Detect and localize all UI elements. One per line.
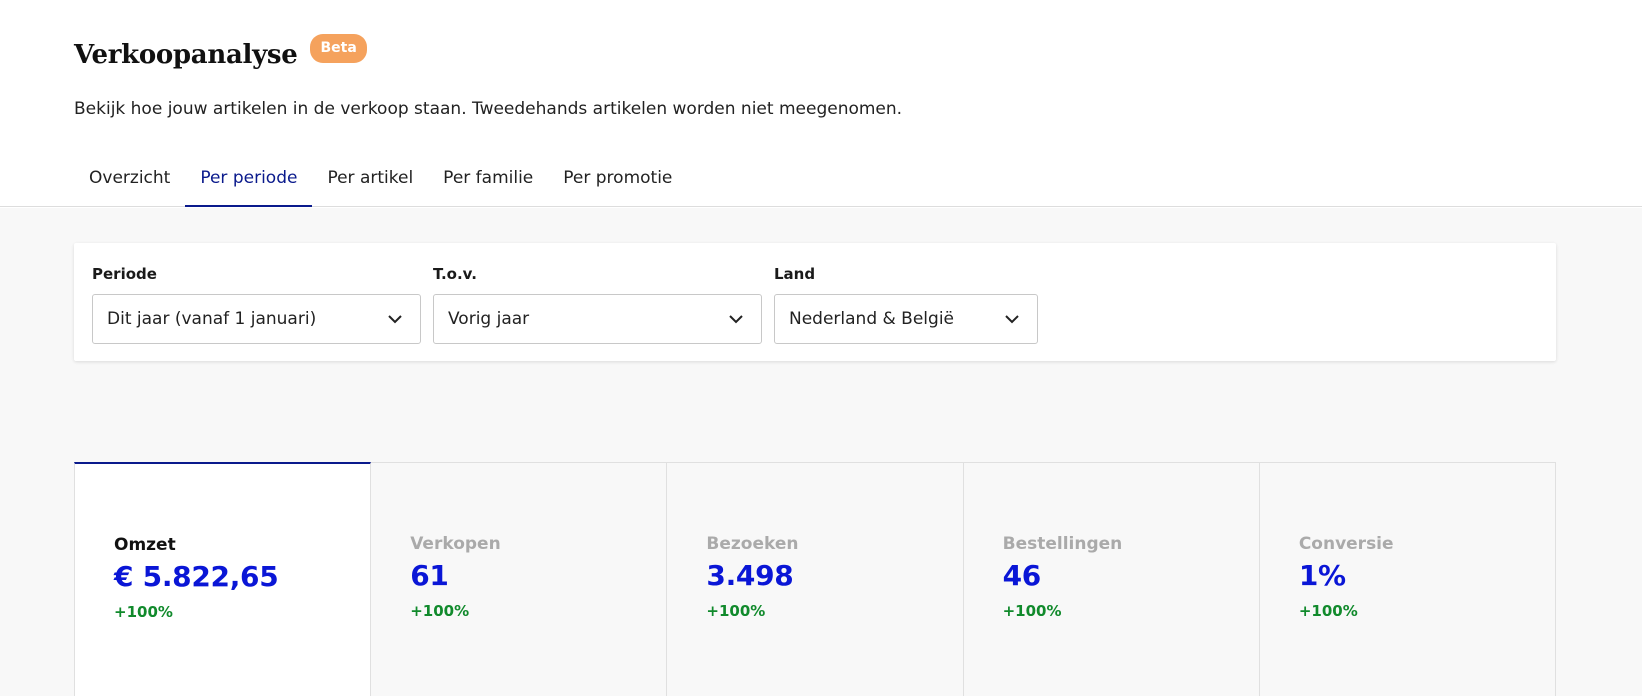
page-subtitle: Bekijk hoe jouw artikelen in de verkoop … xyxy=(74,99,903,119)
kpi-value: 3.498 xyxy=(706,559,794,592)
tab-overzicht[interactable]: Overzicht xyxy=(74,160,185,207)
kpi-tile-omzet[interactable]: Omzet € 5.822,65 +100% xyxy=(74,462,372,696)
filter-periode: Periode Dit jaar (vanaf 1 januari) xyxy=(92,265,421,344)
kpi-value: 46 xyxy=(1002,559,1042,592)
chevron-down-icon xyxy=(729,314,743,324)
periode-select-value: Dit jaar (vanaf 1 januari) xyxy=(107,309,317,329)
kpi-value: 1% xyxy=(1298,559,1346,592)
periode-select[interactable]: Dit jaar (vanaf 1 januari) xyxy=(92,294,421,344)
filter-land-label: Land xyxy=(774,265,816,283)
tab-per-promotie[interactable]: Per promotie xyxy=(548,160,687,207)
tab-per-familie[interactable]: Per familie xyxy=(428,160,548,207)
kpi-value: € 5.822,65 xyxy=(114,560,279,593)
tov-select[interactable]: Vorig jaar xyxy=(433,294,762,344)
page-header: Verkoopanalyse Beta Bekijk hoe jouw arti… xyxy=(0,0,1642,207)
kpi-change: +100% xyxy=(1298,602,1358,620)
beta-badge: Beta xyxy=(310,33,367,63)
filter-tov: T.o.v. Vorig jaar xyxy=(433,265,762,344)
chevron-down-icon xyxy=(1005,314,1019,324)
kpi-label: Omzet xyxy=(114,535,176,555)
tab-bar: Overzicht Per periode Per artikel Per fa… xyxy=(74,160,687,207)
filters-card: Periode Dit jaar (vanaf 1 januari) T.o.v… xyxy=(74,243,1556,361)
filter-periode-label: Periode xyxy=(92,265,157,283)
kpi-change: +100% xyxy=(706,602,766,620)
page-title: Verkoopanalyse xyxy=(74,40,298,70)
chevron-down-icon xyxy=(388,314,402,324)
kpi-label: Bestellingen xyxy=(1002,534,1123,554)
kpi-change: +100% xyxy=(114,603,173,621)
kpi-label: Verkopen xyxy=(410,534,501,554)
tab-per-periode[interactable]: Per periode xyxy=(185,160,313,207)
land-select[interactable]: Nederland & België xyxy=(774,294,1038,344)
kpi-change: +100% xyxy=(410,602,470,620)
land-select-value: Nederland & België xyxy=(789,309,955,329)
kpi-change: +100% xyxy=(1002,602,1062,620)
tab-per-artikel[interactable]: Per artikel xyxy=(312,160,428,207)
filter-land: Land Nederland & België xyxy=(774,265,1038,344)
content-area: Periode Dit jaar (vanaf 1 januari) T.o.v… xyxy=(0,208,1642,696)
kpi-label: Bezoeken xyxy=(706,534,799,554)
kpi-tiles: Omzet € 5.822,65 +100% Verkopen 61 +100%… xyxy=(74,462,1557,696)
title-row: Verkoopanalyse Beta xyxy=(74,33,367,70)
kpi-label: Conversie xyxy=(1298,534,1394,554)
kpi-tile-conversie[interactable]: Conversie 1% +100% xyxy=(1259,463,1557,696)
kpi-tile-bezoeken[interactable]: Bezoeken 3.498 +100% xyxy=(667,463,964,696)
tov-select-value: Vorig jaar xyxy=(448,309,530,329)
kpi-value: 61 xyxy=(410,559,449,592)
kpi-tile-bestellingen[interactable]: Bestellingen 46 +100% xyxy=(963,463,1260,696)
filter-tov-label: T.o.v. xyxy=(433,265,477,283)
kpi-tile-verkopen[interactable]: Verkopen 61 +100% xyxy=(371,463,668,696)
